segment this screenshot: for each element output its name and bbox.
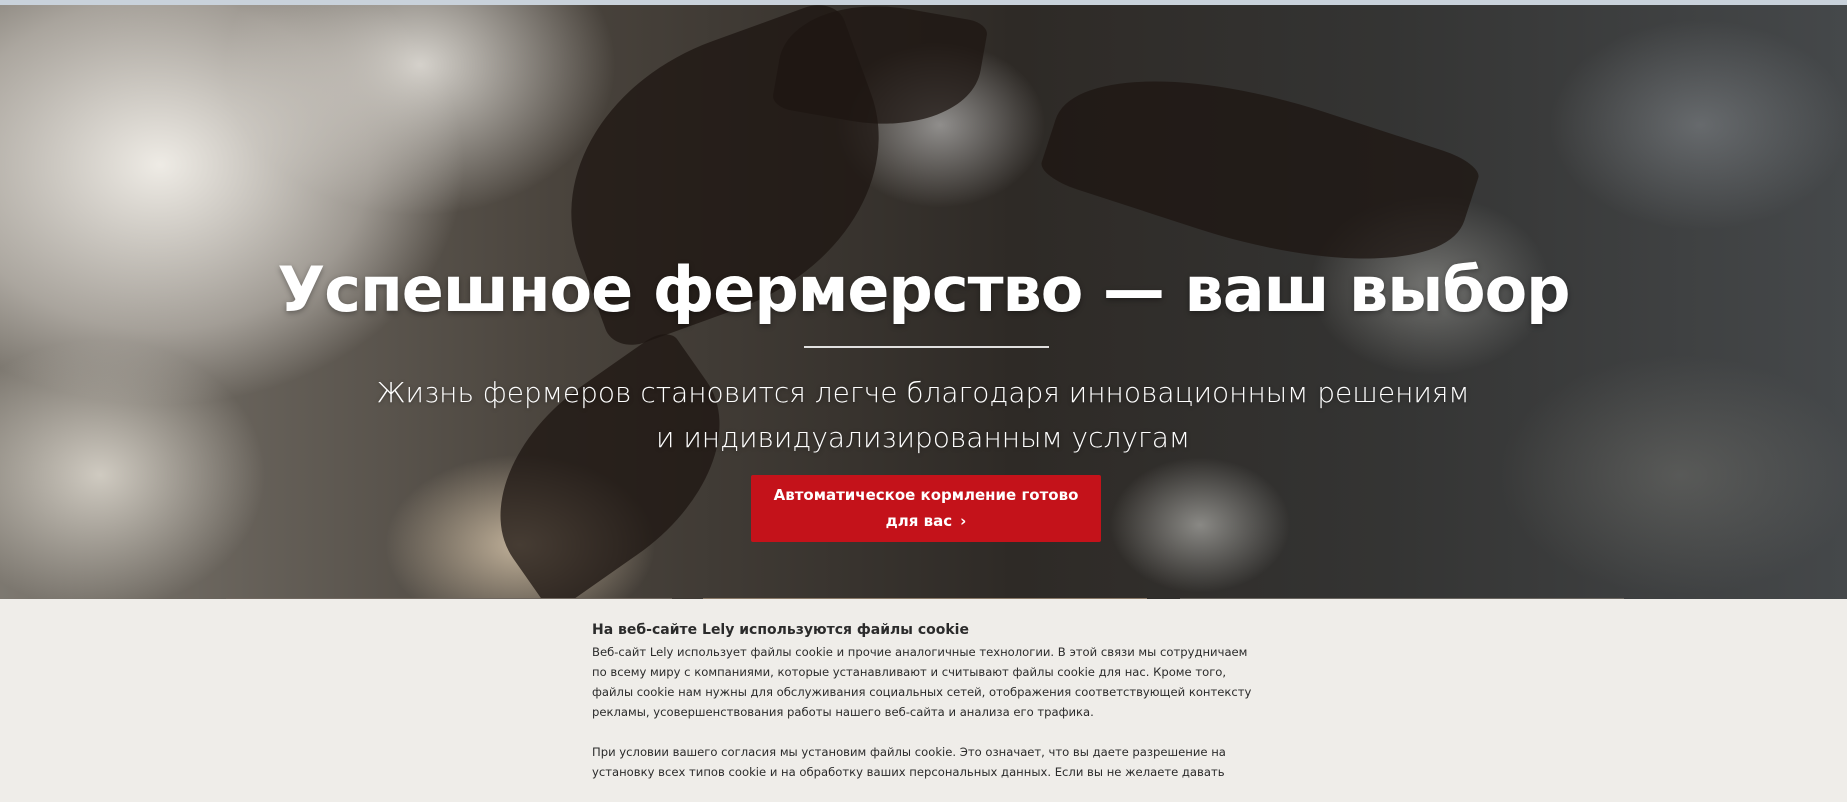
hero-divider: [804, 346, 1049, 348]
chevron-right-icon: ›: [960, 512, 967, 530]
hero-subtitle: Жизнь фермеров становится легче благодар…: [376, 376, 1470, 454]
hero-title: Успешное фермерство — ваш выбор: [277, 253, 1570, 326]
cookie-banner-paragraph: При условии вашего согласия мы установим…: [592, 745, 1226, 779]
cookie-banner-title: На веб-сайте Lely используются файлы coo…: [592, 622, 969, 638]
automatic-feeding-cta-button[interactable]: Автоматическое кормление готово для вас ›: [751, 475, 1101, 542]
hero-content: Успешное фермерство — ваш выбор Жизнь фе…: [0, 5, 1847, 599]
hero-banner: Успешное фермерство — ваш выбор Жизнь фе…: [0, 5, 1847, 599]
cookie-consent-banner: На веб-сайте Lely используются файлы coo…: [0, 599, 1847, 779]
cookie-banner-paragraph: Веб-сайт Lely использует файлы cookie и …: [592, 645, 1252, 719]
cookie-banner-content: На веб-сайте Lely используются файлы coo…: [592, 620, 1252, 802]
cta-label: Автоматическое кормление готово для вас: [773, 486, 1079, 530]
